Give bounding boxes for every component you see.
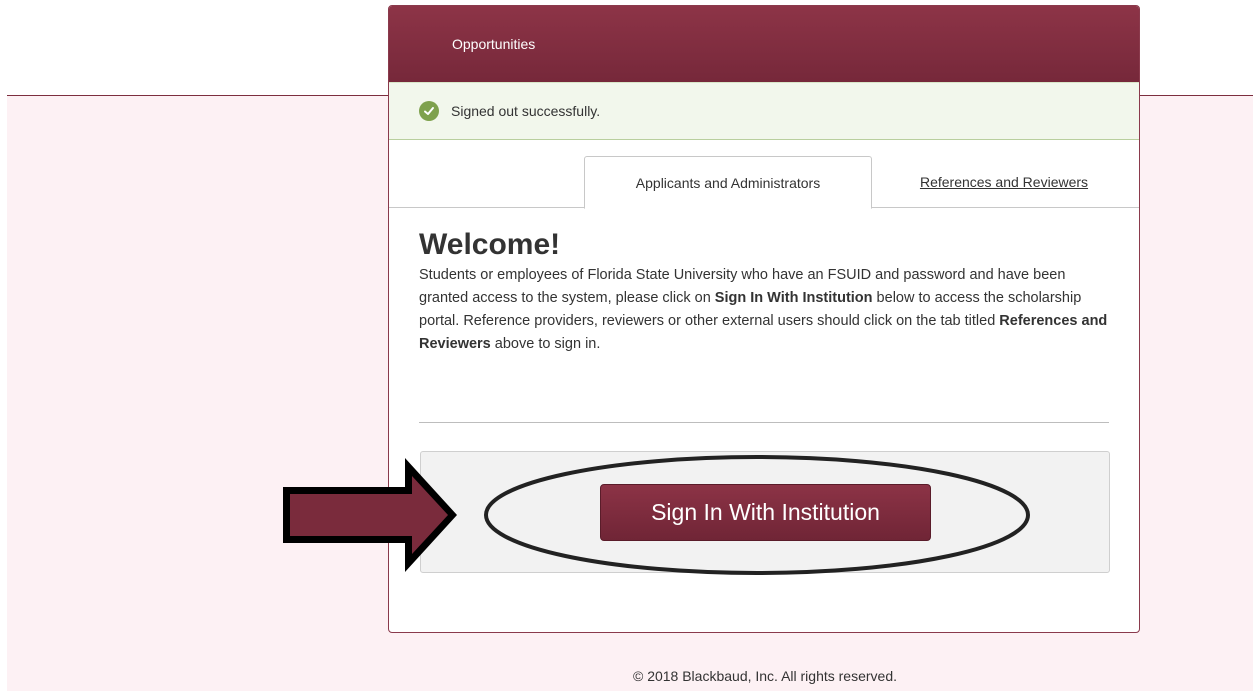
success-alert: Signed out successfully. <box>389 82 1139 140</box>
signin-panel: Sign In With Institution <box>420 451 1110 573</box>
tab-bar: Applicants and Administrators References… <box>389 140 1139 209</box>
tab-references-reviewers[interactable]: References and Reviewers <box>889 156 1119 208</box>
welcome-text-part: above to sign in. <box>490 336 601 352</box>
welcome-section: Welcome! Students or employees of Florid… <box>419 228 1111 356</box>
check-circle-icon <box>419 101 439 121</box>
alert-message: Signed out successfully. <box>451 103 601 119</box>
sign-in-button-label: Sign In With Institution <box>651 499 880 525</box>
page-title: Opportunities <box>452 36 536 52</box>
tab-applicants-administrators[interactable]: Applicants and Administrators <box>584 156 872 209</box>
sign-in-with-institution-button[interactable]: Sign In With Institution <box>600 484 931 541</box>
welcome-heading: Welcome! <box>419 228 561 261</box>
tab-label: Applicants and Administrators <box>635 174 821 191</box>
footer-copyright: © 2018 Blackbaud, Inc. All rights reserv… <box>632 668 897 684</box>
welcome-text: Students or employees of Florida State U… <box>419 264 1111 356</box>
welcome-text-bold: Sign In With Institution <box>714 290 873 306</box>
card-header: Opportunities <box>389 6 1139 82</box>
tab-label: References and Reviewers <box>919 174 1089 190</box>
section-divider <box>419 422 1109 423</box>
